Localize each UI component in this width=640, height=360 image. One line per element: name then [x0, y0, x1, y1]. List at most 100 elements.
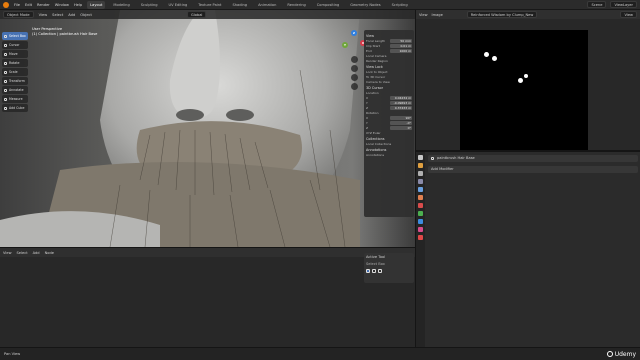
- img-menu-image[interactable]: Image: [432, 13, 443, 17]
- camera-to-view-checkbox[interactable]: Camera to View: [366, 80, 412, 84]
- select-mode-subtract-icon[interactable]: [378, 269, 382, 273]
- lock-to-3d-cursor-checkbox[interactable]: To 3D Cursor: [366, 75, 412, 79]
- tab-compositing[interactable]: Compositing: [314, 1, 343, 9]
- tool-annotate[interactable]: Annotate: [2, 86, 28, 94]
- lower-menu-add[interactable]: Add: [33, 251, 40, 255]
- zoom-icon[interactable]: [351, 56, 358, 63]
- clip-start-field[interactable]: 0.01 m: [390, 44, 412, 48]
- blender-logo-icon[interactable]: [3, 1, 9, 8]
- menu-edit[interactable]: Edit: [25, 3, 32, 7]
- vp-menu-add[interactable]: Add: [68, 13, 75, 17]
- lower-menu-node[interactable]: Node: [45, 251, 54, 255]
- tab-modeling[interactable]: Modeling: [110, 1, 132, 9]
- display-view-selector[interactable]: View: [620, 11, 637, 18]
- view-section-title[interactable]: View: [366, 34, 412, 38]
- tool-cursor[interactable]: Cursor: [2, 41, 28, 49]
- image-editor[interactable]: View Image Reinforced Wisdom by Clump_Ne…: [415, 10, 640, 158]
- cursor-icon: [4, 43, 7, 47]
- orientation-selector[interactable]: Global: [186, 11, 207, 18]
- cursor-rotation-x[interactable]: 90°: [390, 116, 412, 120]
- menu-render[interactable]: Render: [37, 3, 50, 7]
- location-label: Location: [366, 91, 379, 95]
- collections-section-title[interactable]: Collections: [366, 137, 412, 141]
- tool-select-box[interactable]: Select Box: [2, 32, 28, 40]
- focal-length-field[interactable]: 50 mm: [390, 39, 412, 43]
- menu-window[interactable]: Window: [55, 3, 69, 7]
- lower-editor[interactable]: View Select Add Node: [0, 247, 415, 347]
- props-tab-scene-icon[interactable]: [418, 187, 423, 192]
- vp-menu-object[interactable]: Object: [80, 13, 92, 17]
- props-tab-physics-icon[interactable]: [418, 227, 423, 232]
- camera-view-icon[interactable]: [351, 74, 358, 81]
- wrench-icon: [431, 157, 434, 160]
- tab-rendering[interactable]: Rendering: [284, 1, 308, 9]
- mode-selector[interactable]: Object Mode: [3, 11, 34, 18]
- annotations-section-title[interactable]: Annotations: [366, 148, 412, 152]
- tool-move[interactable]: Move: [2, 50, 28, 58]
- cursor-rotation-z[interactable]: 0°: [390, 126, 412, 130]
- props-tab-world-icon[interactable]: [418, 195, 423, 200]
- tab-sculpting[interactable]: Sculpting: [138, 1, 161, 9]
- tab-layout[interactable]: Layout: [87, 0, 106, 9]
- img-menu-view[interactable]: View: [419, 13, 428, 17]
- scene-selector[interactable]: Scene: [587, 1, 607, 8]
- image-selector[interactable]: Reinforced Wisdom by Clump_New: [466, 11, 538, 18]
- properties-editor: paintbrush Hair Base Add Modifier: [415, 150, 640, 349]
- active-tool-title[interactable]: Active Tool: [366, 255, 412, 259]
- select-mode-new-icon[interactable]: [366, 269, 370, 273]
- props-tab-view-layer-icon[interactable]: [418, 179, 423, 184]
- select-mode-extend-icon[interactable]: [372, 269, 376, 273]
- tool-scale[interactable]: Scale: [2, 68, 28, 76]
- rotation-mode-dropdown[interactable]: XYZ Euler: [366, 131, 412, 135]
- clip-end-field[interactable]: 1000 m: [390, 49, 412, 53]
- vp-menu-view[interactable]: View: [39, 13, 48, 17]
- 3d-cursor-section-title[interactable]: 3D Cursor: [366, 86, 412, 90]
- cursor-rotation-y[interactable]: -0°: [390, 121, 412, 125]
- 3d-viewport[interactable]: Object Mode View Select Add Object Globa…: [0, 10, 415, 247]
- lock-to-object-field[interactable]: Lock to Object: [366, 70, 412, 74]
- cursor-location-y[interactable]: -0.09693 m: [390, 101, 412, 105]
- lower-menu-view[interactable]: View: [3, 251, 12, 255]
- props-tab-output-icon[interactable]: [418, 171, 423, 176]
- gizmo-y-axis[interactable]: Y: [342, 42, 348, 48]
- tool-measure[interactable]: Measure: [2, 95, 28, 103]
- scale-icon: [4, 70, 7, 74]
- properties-tabs: [416, 152, 425, 349]
- tool-add-cube[interactable]: Add Cube: [2, 104, 28, 112]
- props-tab-object-icon[interactable]: [418, 203, 423, 208]
- props-tab-material-icon[interactable]: [418, 235, 423, 240]
- tab-texture-paint[interactable]: Texture Paint: [195, 1, 224, 9]
- props-tab-particles-icon[interactable]: [418, 219, 423, 224]
- local-collections-checkbox[interactable]: Local Collections: [366, 142, 412, 146]
- menu-help[interactable]: Help: [74, 3, 82, 7]
- render-region-checkbox[interactable]: Render Region: [366, 59, 412, 63]
- status-hint: Pan View: [4, 352, 21, 356]
- tab-shading[interactable]: Shading: [229, 1, 250, 9]
- tab-animation[interactable]: Animation: [255, 1, 279, 9]
- gizmo-z-axis[interactable]: Z: [351, 30, 357, 36]
- props-tab-modifier-icon[interactable]: [418, 211, 423, 216]
- view-lock-section-title[interactable]: View Lock: [366, 65, 412, 69]
- add-modifier-button[interactable]: Add Modifier: [428, 166, 638, 173]
- image-canvas[interactable]: [460, 30, 588, 158]
- view-layer-selector[interactable]: ViewLayer: [610, 1, 637, 8]
- tool-rotate[interactable]: Rotate: [2, 59, 28, 67]
- lower-menu-select[interactable]: Select: [17, 251, 28, 255]
- object-name-bar[interactable]: paintbrush Hair Base: [428, 155, 638, 162]
- tab-geometry-nodes[interactable]: Geometry Nodes: [347, 1, 383, 9]
- menu-file[interactable]: File: [14, 3, 20, 7]
- vp-menu-select[interactable]: Select: [52, 13, 63, 17]
- grid-icon[interactable]: [351, 83, 358, 90]
- pan-hand-icon[interactable]: [351, 65, 358, 72]
- udemy-logo-icon: [606, 351, 613, 357]
- tab-scripting[interactable]: Scripting: [389, 1, 411, 9]
- cursor-location-x[interactable]: 0.04234 m: [390, 96, 412, 100]
- active-tool-panel: Active Tool Select Box: [364, 253, 414, 283]
- annotations-layer[interactable]: Annotations: [366, 153, 412, 157]
- cursor-location-z[interactable]: 0.37433 m: [390, 106, 412, 110]
- props-tab-tool-icon[interactable]: [418, 155, 423, 160]
- local-camera-row[interactable]: Local Camera: [366, 54, 412, 58]
- tool-transform[interactable]: Transform: [2, 77, 28, 85]
- props-tab-render-icon[interactable]: [418, 163, 423, 168]
- tab-uv-editing[interactable]: UV Editing: [166, 1, 191, 9]
